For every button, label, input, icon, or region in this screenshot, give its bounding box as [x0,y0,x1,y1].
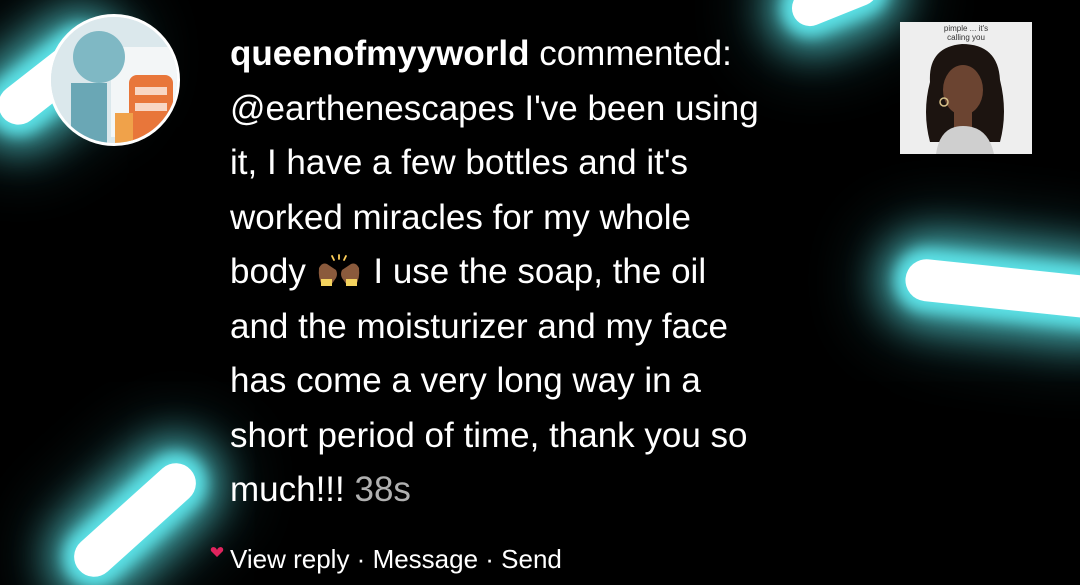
comment-text-segment: much!!! [230,470,345,509]
comment-line-9: much!!! 38s [230,463,870,518]
raising-hands-emoji-icon [318,254,359,286]
comment-actions-row[interactable]: View reply · Message · Send [230,544,562,575]
comment-line-6: and the moisturizer and my face [230,306,729,346]
decorative-glow-bar [903,257,1080,321]
comment-line-1: queenofmyyworld commented: [230,27,870,82]
comment-username[interactable]: queenofmyyworld [230,34,529,73]
comment-text-segment: I've been using [524,88,759,128]
heart-icon[interactable] [210,547,224,557]
comment-text-segment: I use the soap, the oil [373,252,707,291]
comment-text-segment: body [230,252,306,291]
comment-line-2: @earthenescapes I've been using [230,82,870,137]
comment-line-7: has come a very long way in a [230,361,701,400]
comment-timestamp: 38s [354,470,411,509]
post-thumbnail[interactable]: pimple ... it's calling you [900,22,1032,154]
avatar[interactable] [48,14,180,146]
comment-mention[interactable]: @earthenescapes [230,89,515,128]
thumbnail-caption-top: pimple ... it's [943,24,989,33]
comment-line-5: body I use the soap, the oil [230,245,870,300]
comment-line-4: worked miracles for my whole [230,197,691,237]
comment-action-label: commented: [539,34,732,73]
comment-line-8: short period of time, thank you so [230,415,748,455]
comment-text: queenofmyyworld commented: @earthenescap… [230,27,870,518]
decorative-glow-bar [65,454,205,585]
comment-line-3: it, I have a few bottles and it's [230,143,689,182]
avatar-image [51,17,177,143]
thumbnail-caption-bottom: calling you [947,33,985,42]
